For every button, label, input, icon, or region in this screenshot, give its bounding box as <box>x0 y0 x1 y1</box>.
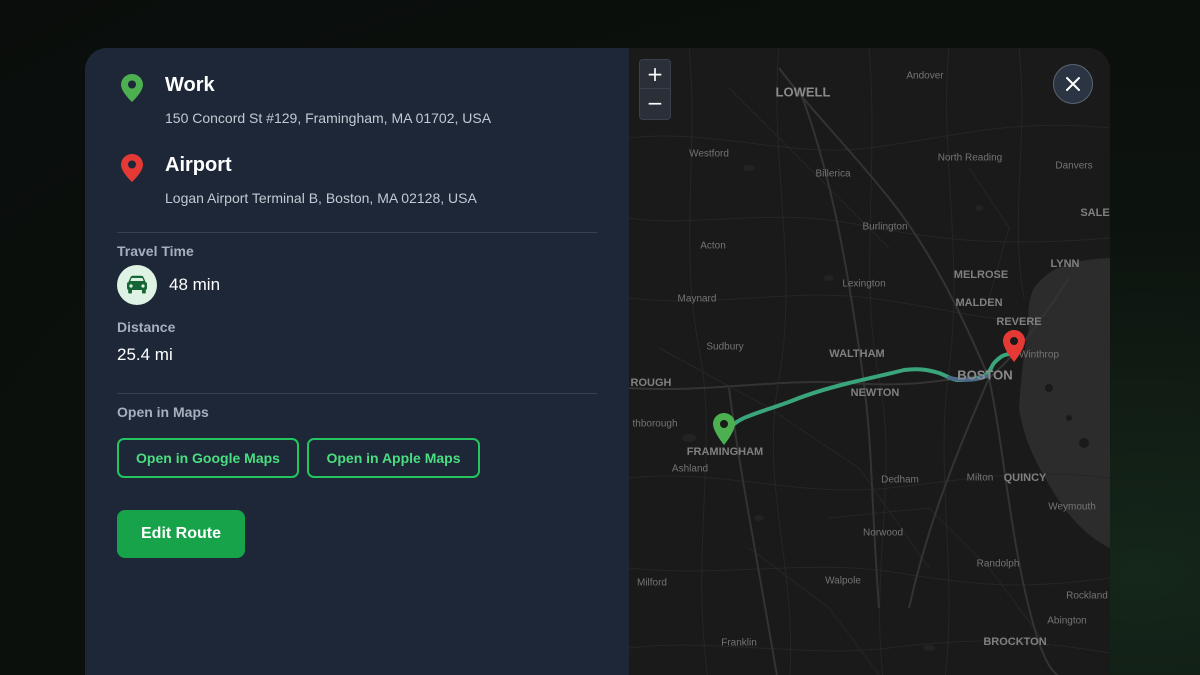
place-label: Milford <box>636 577 668 589</box>
place-label: Danvers <box>1055 160 1093 172</box>
destination-map-marker-icon[interactable] <box>1003 330 1025 362</box>
destination-name: Airport <box>165 154 232 176</box>
travel-time-value: 48 min <box>169 275 221 294</box>
travel-time-label: Travel Time <box>117 243 194 259</box>
route-map[interactable]: LOWELL Andover Westford North Reading Da… <box>629 48 1110 675</box>
place-label: LOWELL <box>775 84 831 100</box>
open-in-maps-label: Open in Maps <box>117 404 209 420</box>
place-label: North Reading <box>937 152 1003 164</box>
place-label: REVERE <box>996 316 1042 328</box>
place-label: FRAMINGHAM <box>686 446 764 458</box>
place-label: thborough <box>632 418 678 430</box>
distance-value: 25.4 mi <box>117 345 173 364</box>
place-label: BROCKTON <box>983 636 1047 648</box>
map-base <box>629 48 1110 675</box>
open-apple-maps-button[interactable]: Open in Apple Maps <box>307 438 480 478</box>
place-label: Acton <box>700 240 726 252</box>
open-google-maps-button[interactable]: Open in Google Maps <box>117 438 299 478</box>
place-label: MALDEN <box>955 297 1003 309</box>
route-modal: Work 150 Concord St #129, Framingham, MA… <box>85 48 1110 675</box>
zoom-controls: + − <box>639 59 671 120</box>
place-label: LYNN <box>1050 258 1080 270</box>
close-button[interactable] <box>1053 64 1093 104</box>
place-label: Randolph <box>976 558 1020 570</box>
place-label: Burlington <box>862 221 908 233</box>
origin-pin-icon <box>121 74 143 102</box>
place-label: Weymouth <box>1048 501 1096 513</box>
close-icon <box>1066 77 1080 91</box>
place-label: ROUGH <box>630 377 672 389</box>
place-label: Lexington <box>842 278 886 290</box>
place-label: Sudbury <box>706 341 744 353</box>
place-label: NEWTON <box>850 387 900 399</box>
route-details-panel: Work 150 Concord St #129, Framingham, MA… <box>85 48 629 675</box>
place-label: Maynard <box>677 293 717 305</box>
place-label: QUINCY <box>1003 472 1047 484</box>
car-icon <box>117 265 157 305</box>
place-label: Billerica <box>815 168 851 180</box>
origin-name: Work <box>165 74 215 96</box>
place-label: Abington <box>1047 615 1087 627</box>
place-label: Ashland <box>671 463 709 475</box>
place-label: Norwood <box>862 527 904 539</box>
origin-address: 150 Concord St #129, Framingham, MA 0170… <box>165 110 492 126</box>
place-label: MELROSE <box>953 269 1009 281</box>
place-label: Franklin <box>721 637 757 649</box>
distance-label: Distance <box>117 319 176 335</box>
place-label: Walpole <box>825 575 861 587</box>
place-label: Rockland <box>1066 590 1108 602</box>
place-label: SALE <box>1080 207 1110 219</box>
edit-route-button[interactable]: Edit Route <box>117 510 245 558</box>
destination-address: Logan Airport Terminal B, Boston, MA 021… <box>165 190 477 206</box>
destination-pin-icon <box>121 154 143 182</box>
place-label: WALTHAM <box>829 348 885 360</box>
divider <box>117 393 597 394</box>
zoom-out-button[interactable]: − <box>640 89 670 118</box>
divider <box>117 232 597 233</box>
place-label: Westford <box>689 148 729 160</box>
place-label: Andover <box>906 70 944 82</box>
place-label: BOSTON <box>957 367 1013 383</box>
place-label: Milton <box>966 472 994 484</box>
origin-map-marker-icon[interactable] <box>713 413 735 445</box>
place-label: Dedham <box>881 474 919 486</box>
zoom-in-button[interactable]: + <box>640 60 670 89</box>
